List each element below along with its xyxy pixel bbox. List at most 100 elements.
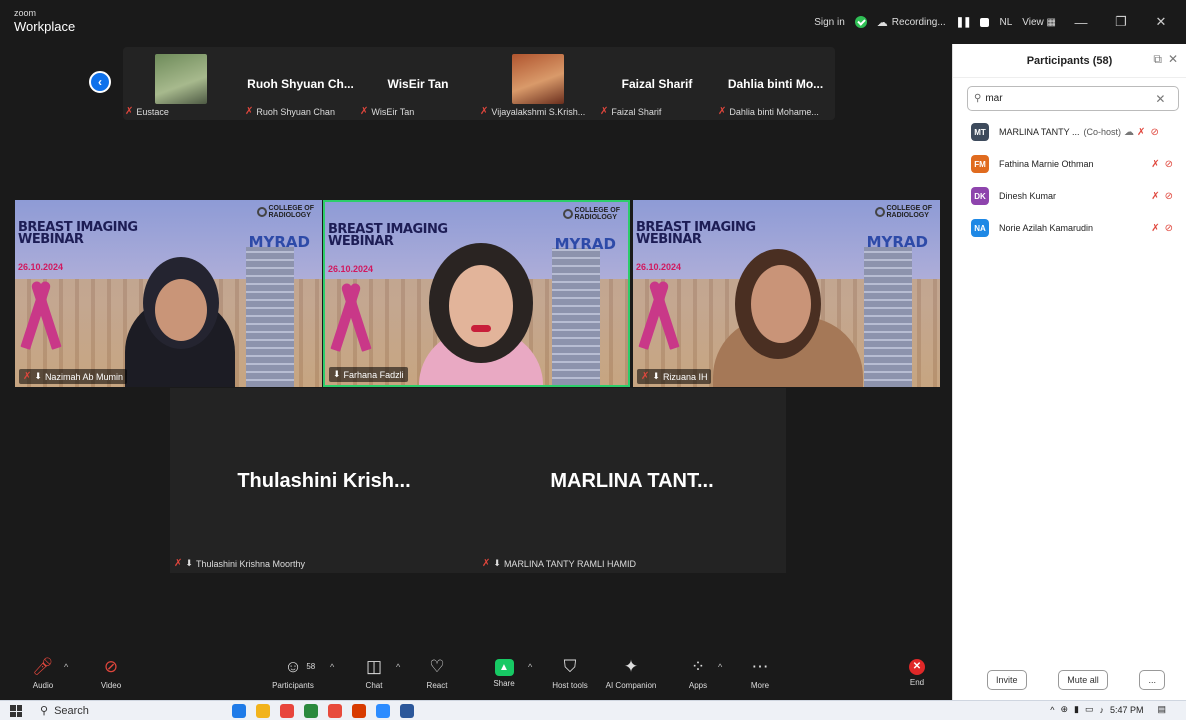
video-off-icon[interactable]: ⊘ — [1165, 223, 1173, 234]
strip-tile[interactable]: Ruoh Shyuan Ch... ✗ Ruoh Shyuan Chan — [243, 47, 358, 120]
strip-tile[interactable]: Dahlia binti Mo... ✗ Dahlia binti Mohame.… — [716, 47, 835, 120]
tray-chevron-icon[interactable]: ^ — [1050, 705, 1054, 715]
video-label-text: Rizuana IH — [662, 371, 708, 382]
pin-icon: ⬇ — [185, 558, 193, 568]
video-off-icon: ⊘ — [103, 657, 119, 676]
chat-options-chevron-icon[interactable]: ^ — [396, 662, 400, 672]
mic-muted-icon: ✗ — [245, 106, 254, 117]
participant-row[interactable]: DK Dinesh Kumar ✗ ⊘ — [953, 180, 1186, 212]
apps-options-chevron-icon[interactable]: ^ — [718, 662, 722, 672]
sign-in-link[interactable]: Sign in — [814, 17, 845, 28]
mic-muted-icon[interactable]: ✗ — [1137, 127, 1145, 138]
recording-label: Recording... — [891, 16, 946, 28]
more-options-button[interactable]: ... — [1139, 670, 1165, 690]
store-icon[interactable] — [304, 704, 318, 718]
display-icon[interactable]: ▭ — [1085, 704, 1094, 715]
restore-icon[interactable]: ❐ — [1106, 14, 1136, 30]
end-label: End — [909, 678, 925, 687]
video-tile[interactable]: BREAST IMAGING WEBINAR 26.10.2024 COLLEGE… — [633, 200, 940, 387]
participant-row[interactable]: NA Norie Azilah Kamarudin ✗ ⊘ — [953, 212, 1186, 244]
mic-muted-icon: ✗ — [480, 106, 489, 117]
video-button[interactable]: ⊘ Video — [83, 656, 139, 690]
chrome-profile-icon[interactable] — [328, 704, 342, 718]
participant-tile[interactable]: MARLINA TANT... ✗ ⬇ MARLINA TANTY RAMLI HA… — [478, 388, 786, 573]
encryption-shield-icon[interactable] — [854, 16, 867, 28]
windows-start-icon[interactable] — [10, 705, 22, 717]
brand-small: zoom — [14, 8, 37, 18]
college-seal-icon — [256, 207, 267, 217]
react-button[interactable]: ♡ React — [409, 656, 465, 690]
pause-recording-icon[interactable]: ❚❚ — [956, 17, 972, 28]
mic-muted-icon[interactable]: ✗ — [1151, 159, 1159, 170]
host-tools-button[interactable]: ⛉ Host tools — [542, 656, 598, 690]
taskbar-search[interactable]: ⚲ Search — [40, 704, 89, 718]
pin-icon: ⬇ — [652, 371, 660, 381]
language-label[interactable]: NL — [999, 17, 1012, 28]
view-button[interactable]: View ▦ — [1022, 17, 1056, 28]
search-icon: ⚲ — [974, 93, 982, 104]
chrome-icon[interactable] — [280, 704, 294, 718]
strip-tile[interactable]: ✗ Vijayalakshmi S.Krish... — [478, 47, 598, 120]
mute-all-button[interactable]: Mute all — [1058, 670, 1108, 690]
taskbar-apps — [232, 704, 414, 718]
close-icon[interactable]: ✕ — [1146, 14, 1176, 30]
video-off-icon[interactable]: ⊘ — [1165, 159, 1173, 170]
strip-prev-button[interactable]: ‹ — [89, 71, 111, 93]
tile-label: Dahlia binti Mohame... — [729, 106, 819, 117]
end-meeting-button[interactable]: ✕ End — [889, 656, 945, 687]
word-icon[interactable] — [400, 704, 414, 718]
volume-icon[interactable]: ♪ — [1099, 705, 1104, 715]
stop-recording-icon[interactable] — [980, 17, 990, 27]
chat-button[interactable]: ◫ Chat — [346, 656, 402, 690]
participant-search-input[interactable] — [985, 93, 1156, 104]
close-panel-icon[interactable]: ✕ — [1168, 52, 1178, 66]
participant-tile[interactable]: Thulashini Krish... ✗ ⬇ Thulashini Krishna… — [170, 388, 478, 573]
office-icon[interactable] — [352, 704, 366, 718]
share-button[interactable]: ▲ Share — [476, 656, 532, 688]
file-explorer-icon[interactable] — [256, 704, 270, 718]
minimize-icon[interactable]: — — [1066, 15, 1096, 30]
heart-icon: ♡ — [429, 657, 445, 676]
video-off-icon[interactable]: ⊘ — [1150, 127, 1158, 138]
video-off-icon[interactable]: ⊘ — [1165, 191, 1173, 202]
zoom-taskbar-icon[interactable] — [376, 704, 390, 718]
strip-tile[interactable]: ✗ Eustace — [123, 47, 243, 120]
strip-tile[interactable]: WisEir Tan ✗ WisEir Tan — [358, 47, 478, 120]
active-speaker-video[interactable]: BREAST IMAGING WEBINAR 26.10.2024 COLLEGE… — [323, 200, 630, 387]
webinar-title-line2: WEBINAR — [636, 232, 702, 247]
strip-tile[interactable]: Faizal Sharif ✗ Faizal Sharif — [598, 47, 716, 120]
mic-muted-icon: ✗ — [600, 106, 609, 117]
participant-row[interactable]: FM Fathina Marnie Othman ✗ ⊘ — [953, 148, 1186, 180]
participants-button[interactable]: ☺ 58 Participants — [265, 656, 321, 690]
mic-muted-icon: ✗ — [641, 371, 650, 382]
participants-label: Participants — [272, 681, 314, 690]
video-name-label: ⬇ Farhana Fadzli — [329, 367, 408, 382]
mic-muted-icon[interactable]: ✗ — [1151, 223, 1159, 234]
edge-icon[interactable] — [232, 704, 246, 718]
video-tile[interactable]: BREAST IMAGING WEBINAR 26.10.2024 COLLEGE… — [15, 200, 322, 387]
tile-name: WisEir Tan — [387, 77, 449, 91]
audio-options-chevron-icon[interactable]: ^ — [64, 662, 68, 672]
share-options-chevron-icon[interactable]: ^ — [528, 662, 532, 672]
cloud-icon: ☁ — [1124, 126, 1135, 138]
participant-row[interactable]: MT MARLINA TANTY ... (Co-host) ☁ ✗ ⊘ — [953, 116, 1186, 148]
audio-button[interactable]: 🎤︎ Audio — [15, 656, 71, 690]
clear-search-icon[interactable]: ✕ — [1155, 92, 1165, 106]
sparkle-icon: ✦ — [623, 657, 639, 676]
myrad-logo: MYRAD — [866, 233, 928, 251]
clock[interactable]: 5:47 PM — [1110, 705, 1144, 715]
notifications-icon[interactable]: ▤ — [1157, 704, 1166, 715]
more-button[interactable]: ⋯ More — [732, 656, 788, 690]
pop-out-icon[interactable]: ⧉ — [1153, 52, 1162, 67]
mic-muted-icon[interactable]: ✗ — [1151, 191, 1159, 202]
participant-thumbnail — [512, 54, 564, 104]
participant-name: Fathina Marnie Othman — [999, 159, 1094, 169]
mic-tray-icon[interactable]: ▮ — [1074, 704, 1079, 715]
invite-button[interactable]: Invite — [987, 670, 1027, 690]
webinar-date: 26.10.2024 — [636, 262, 682, 272]
search-icon: ⚲ — [40, 705, 49, 717]
ai-companion-button[interactable]: ✦ AI Companion — [603, 656, 659, 690]
participants-options-chevron-icon[interactable]: ^ — [330, 662, 334, 672]
network-icon[interactable]: ⊕ — [1060, 704, 1068, 715]
recording-indicator[interactable]: ☁ Recording... — [877, 16, 946, 29]
